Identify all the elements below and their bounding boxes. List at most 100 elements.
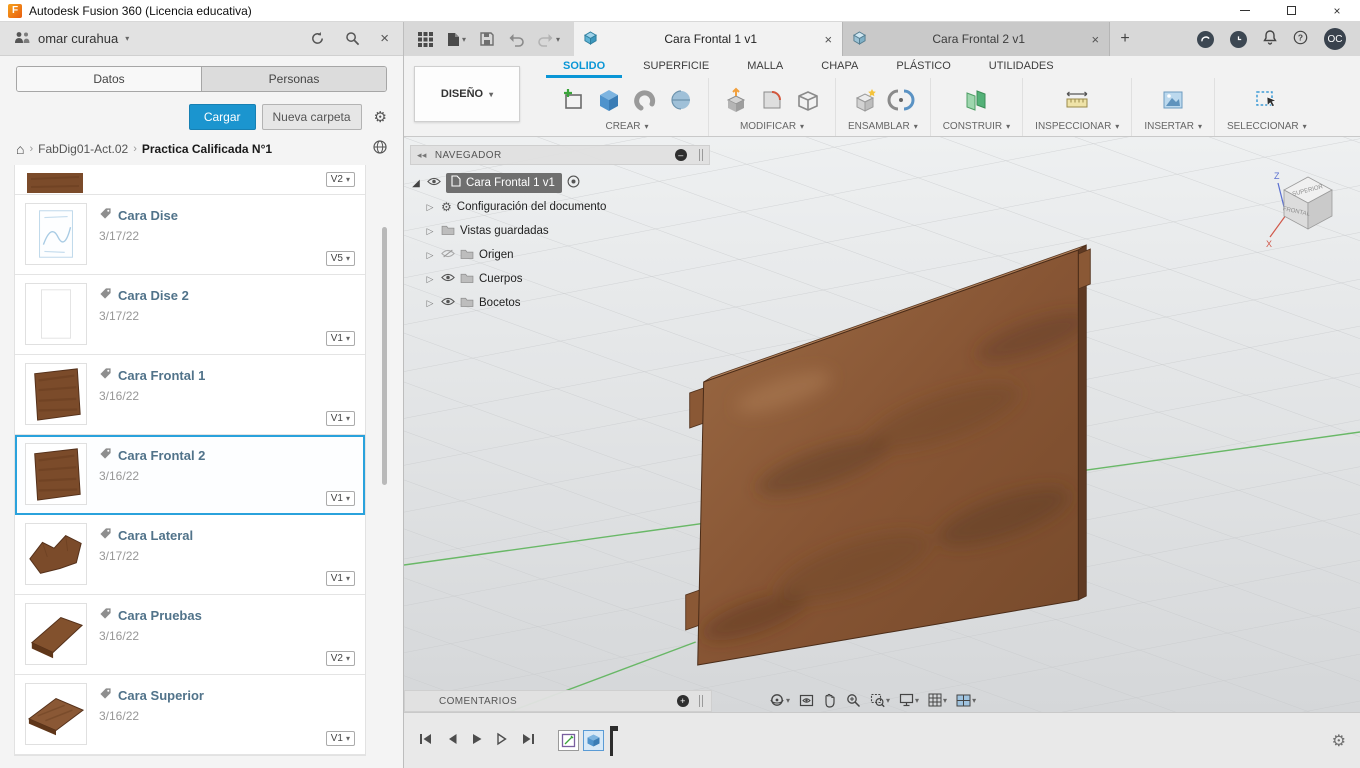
look-at-icon[interactable] [796, 690, 817, 710]
minimize-button[interactable] [1222, 0, 1268, 22]
browser-node-sketches[interactable]: ▷ Bocetos [424, 291, 710, 315]
ribbon-tab-plastico[interactable]: PLÁSTICO [879, 57, 967, 78]
group-dropdown-modificar[interactable]: MODIFICAR▾ [740, 121, 804, 132]
upload-button[interactable]: Cargar [189, 104, 256, 130]
activate-radio-icon[interactable] [567, 175, 580, 191]
close-tab-icon[interactable]: × [824, 32, 832, 47]
expand-icon[interactable]: ▷ [424, 226, 436, 237]
version-dropdown[interactable]: V1▾ [326, 731, 355, 746]
step-forward-icon[interactable] [496, 732, 508, 749]
profile-avatar[interactable]: OC [1324, 28, 1346, 50]
press-pull-icon[interactable] [721, 85, 751, 115]
expand-icon[interactable]: ▷ [424, 202, 436, 213]
browser-node-named-views[interactable]: ▷ Vistas guardadas [424, 219, 710, 243]
measure-icon[interactable] [1062, 85, 1092, 115]
add-comment-icon[interactable]: + [677, 695, 689, 707]
search-icon[interactable] [345, 31, 360, 46]
timeline-extrude-feature[interactable] [583, 730, 604, 751]
zoom-icon[interactable] [843, 690, 864, 710]
list-item[interactable]: Cara Dise 2 3/17/22 V1▾ [15, 275, 365, 355]
group-dropdown-ensamblar[interactable]: ENSAMBLAR▾ [848, 121, 918, 132]
visibility-eye-icon[interactable] [441, 273, 455, 285]
scrollbar[interactable] [382, 227, 387, 485]
insert-canvas-icon[interactable] [1158, 85, 1188, 115]
list-item[interactable]: Cara Pruebas 3/16/22 V2▾ [15, 595, 365, 675]
pan-hand-icon[interactable] [820, 690, 840, 710]
ribbon-tab-superficie[interactable]: SUPERFICIE [626, 57, 726, 78]
viewports-icon[interactable]: ▾ [953, 690, 979, 710]
construction-plane-icon[interactable] [961, 85, 991, 115]
expand-icon[interactable]: ▷ [424, 274, 436, 285]
hide-navigator-icon[interactable]: – [675, 149, 687, 161]
fillet-icon[interactable] [757, 85, 787, 115]
expand-icon[interactable]: ▷ [424, 250, 436, 261]
document-tab[interactable]: Cara Frontal 2 v1 × [842, 22, 1110, 56]
ribbon-tab-utilidades[interactable]: UTILIDADES [972, 57, 1071, 78]
list-item[interactable]: Cara Dise 3/17/22 V5▾ [15, 195, 365, 275]
timeline-position-marker[interactable] [610, 726, 613, 756]
joint-icon[interactable] [886, 85, 916, 115]
save-button[interactable] [480, 32, 494, 46]
visibility-eye-off-icon[interactable] [441, 249, 455, 261]
redo-button[interactable]: ▾ [538, 33, 560, 46]
panel-grip[interactable] [699, 149, 703, 161]
comments-panel[interactable]: COMENTARIOS + [404, 690, 712, 712]
workspace-selector[interactable]: DISEÑO ▾ [414, 66, 520, 122]
group-dropdown-insertar[interactable]: INSERTAR▾ [1144, 121, 1202, 132]
browser-node-doc-settings[interactable]: ▷ ⚙ Configuración del documento [424, 195, 710, 219]
tab-datos[interactable]: Datos [17, 67, 201, 91]
notifications-bell-icon[interactable] [1263, 30, 1277, 48]
tab-personas[interactable]: Personas [201, 67, 386, 91]
timeline-settings-gear-icon[interactable]: ⚙ [1332, 731, 1346, 751]
play-icon[interactable] [471, 732, 483, 749]
shell-icon[interactable] [793, 85, 823, 115]
zoom-window-icon[interactable]: ▾ [867, 690, 893, 710]
user-menu[interactable]: omar curahua ▾ [14, 31, 129, 47]
group-dropdown-crear[interactable]: CREAR▾ [605, 121, 648, 132]
list-item[interactable]: Cara Frontal 1 3/16/22 V1▾ [15, 355, 365, 435]
expand-icon[interactable]: ◢ [410, 178, 422, 189]
browser-node-origin[interactable]: ▷ Origen [424, 243, 710, 267]
document-tab-active[interactable]: Cara Frontal 1 v1 × [574, 22, 842, 56]
list-item[interactable]: V2▾ [15, 165, 365, 195]
ribbon-tab-chapa[interactable]: CHAPA [804, 57, 875, 78]
visibility-eye-icon[interactable] [427, 177, 441, 189]
grid-settings-icon[interactable]: ▾ [925, 690, 950, 710]
ribbon-tab-malla[interactable]: MALLA [730, 57, 800, 78]
orbit-icon[interactable]: ▾ [766, 690, 793, 710]
close-panel-icon[interactable]: × [380, 30, 389, 47]
list-item[interactable]: Cara Superior 3/16/22 V1▾ [15, 675, 365, 755]
list-item[interactable]: Cara Lateral 3/17/22 V1▾ [15, 515, 365, 595]
new-document-tab-button[interactable]: + [1110, 22, 1140, 56]
close-button[interactable]: × [1314, 0, 1360, 22]
version-dropdown[interactable]: V5▾ [326, 251, 355, 266]
version-dropdown[interactable]: V1▾ [326, 571, 355, 586]
version-dropdown[interactable]: V1▾ [326, 411, 355, 426]
extrude-icon[interactable] [594, 85, 624, 115]
home-icon[interactable]: ⌂ [16, 141, 24, 157]
online-status-icon[interactable] [1197, 31, 1214, 48]
step-back-icon[interactable] [446, 732, 458, 749]
show-data-panel-button[interactable] [418, 32, 433, 47]
version-dropdown[interactable]: V1▾ [326, 491, 355, 506]
go-to-start-icon[interactable] [418, 732, 433, 749]
help-icon[interactable]: ? [1293, 30, 1308, 48]
panel-grip[interactable] [699, 695, 703, 707]
panel-settings-gear-icon[interactable]: ⚙ [374, 108, 387, 126]
timeline-sketch-feature[interactable] [558, 730, 579, 751]
undo-button[interactable] [508, 33, 524, 46]
ribbon-tab-solido[interactable]: SOLIDO [546, 57, 622, 78]
browser-root-row[interactable]: ◢ Cara Frontal 1 v1 [410, 171, 710, 195]
expand-icon[interactable]: ▷ [424, 298, 436, 309]
display-settings-icon[interactable]: ▾ [896, 690, 922, 710]
new-component-icon[interactable] [850, 85, 880, 115]
create-sketch-icon[interactable] [558, 85, 588, 115]
globe-icon[interactable] [373, 140, 387, 157]
version-dropdown[interactable]: V2▾ [326, 172, 355, 187]
visibility-eye-icon[interactable] [441, 297, 455, 309]
version-dropdown[interactable]: V2▾ [326, 651, 355, 666]
version-dropdown[interactable]: V1▾ [326, 331, 355, 346]
refresh-icon[interactable] [310, 31, 325, 46]
group-dropdown-construir[interactable]: CONSTRUIR▾ [943, 121, 1010, 132]
create-form-icon[interactable] [666, 85, 696, 115]
